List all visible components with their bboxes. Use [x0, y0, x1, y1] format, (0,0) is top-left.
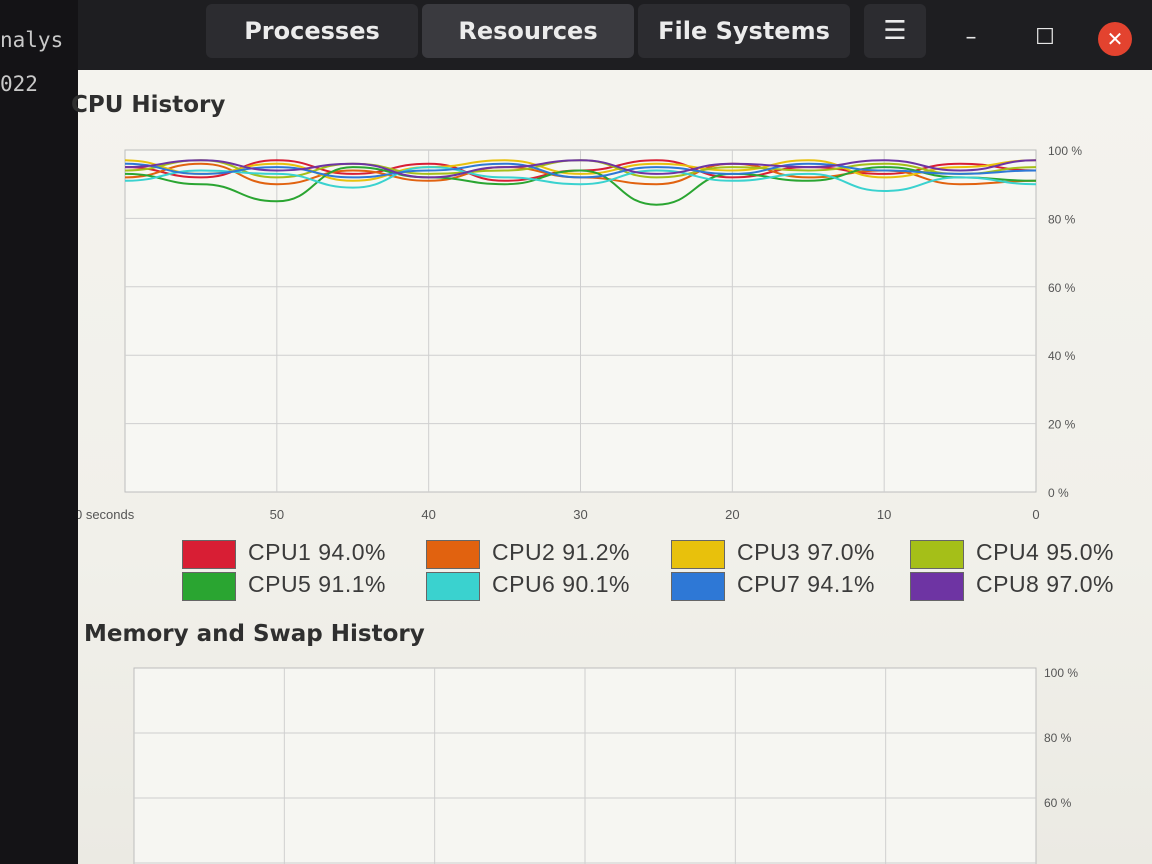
- cpu-x-tick-label: 40: [421, 507, 435, 522]
- legend-label-cpu8: CPU8 97.0%: [976, 571, 1114, 597]
- background-terminal: nalys 022: [0, 0, 78, 864]
- header-bar: Processes Resources File Systems ☰ – ☐ ✕: [78, 0, 1152, 70]
- legend-label-cpu2: CPU2 91.2%: [492, 539, 630, 565]
- tab-resources[interactable]: Resources: [422, 4, 634, 58]
- legend-swatch-cpu1[interactable]: [182, 540, 236, 569]
- cpu-x-tick-label: 0: [1032, 507, 1039, 522]
- cpu-y-tick-label: 60 %: [1048, 281, 1076, 295]
- legend-swatch-cpu7[interactable]: [671, 572, 725, 601]
- cpu-y-tick-label: 100 %: [1048, 144, 1082, 158]
- cpu-y-tick-label: 20 %: [1048, 418, 1076, 432]
- cpu-x-tick-label: 30: [573, 507, 587, 522]
- legend-label-cpu3: CPU3 97.0%: [737, 539, 875, 565]
- legend-label-cpu4: CPU4 95.0%: [976, 539, 1114, 565]
- close-icon[interactable]: ✕: [1098, 22, 1132, 56]
- legend-swatch-cpu3[interactable]: [671, 540, 725, 569]
- maximize-icon[interactable]: ☐: [1028, 20, 1062, 54]
- cpu-y-tick-label: 80 %: [1048, 212, 1076, 226]
- charts-canvas: 100 % 80 % 60 % 40 % 20 % 0 % 60 seconds 50 40 30…: [78, 144, 1082, 864]
- cpu-chart-grid: [124, 149, 1037, 493]
- legend-swatch-cpu6[interactable]: [426, 572, 480, 601]
- terminal-line: nalys: [0, 28, 64, 52]
- cpu-x-tick-label: 10: [877, 507, 891, 522]
- cpu-y-tick-label: 40 %: [1048, 349, 1076, 363]
- cpu-x-tick-label: 50: [270, 507, 284, 522]
- cpu-x-tick-label: 60 seconds: [78, 507, 135, 522]
- minimize-icon[interactable]: –: [954, 20, 988, 54]
- memory-y-tick-label: 60 %: [1044, 796, 1072, 810]
- tab-file-systems[interactable]: File Systems: [638, 4, 850, 58]
- memory-chart-grid: [133, 667, 1037, 864]
- memory-y-tick-label: 100 %: [1044, 666, 1078, 680]
- memory-chart-axis: 100 % 80 % 60 %: [1044, 666, 1078, 810]
- tab-processes[interactable]: Processes: [206, 4, 418, 58]
- cpu-y-tick-label: 0 %: [1048, 486, 1069, 500]
- hamburger-icon[interactable]: ☰: [864, 4, 926, 58]
- legend-swatch-cpu2[interactable]: [426, 540, 480, 569]
- legend-swatch-cpu5[interactable]: [182, 572, 236, 601]
- resources-panel: CPU History 100 %80 %60 %40 %20 %0 %60 s…: [71, 70, 1152, 864]
- terminal-line: 022: [0, 72, 38, 96]
- memory-history-title: Memory and Swap History: [84, 621, 425, 647]
- legend-label-cpu5: CPU5 91.1%: [248, 571, 386, 597]
- memory-y-tick-label: 80 %: [1044, 731, 1072, 745]
- legend-label-cpu6: CPU6 90.1%: [492, 571, 630, 597]
- legend-swatch-cpu4[interactable]: [910, 540, 964, 569]
- legend-label-cpu1: CPU1 94.0%: [248, 539, 386, 565]
- cpu-x-tick-label: 20: [725, 507, 739, 522]
- legend-swatch-cpu8[interactable]: [910, 572, 964, 601]
- legend-label-cpu7: CPU7 94.1%: [737, 571, 875, 597]
